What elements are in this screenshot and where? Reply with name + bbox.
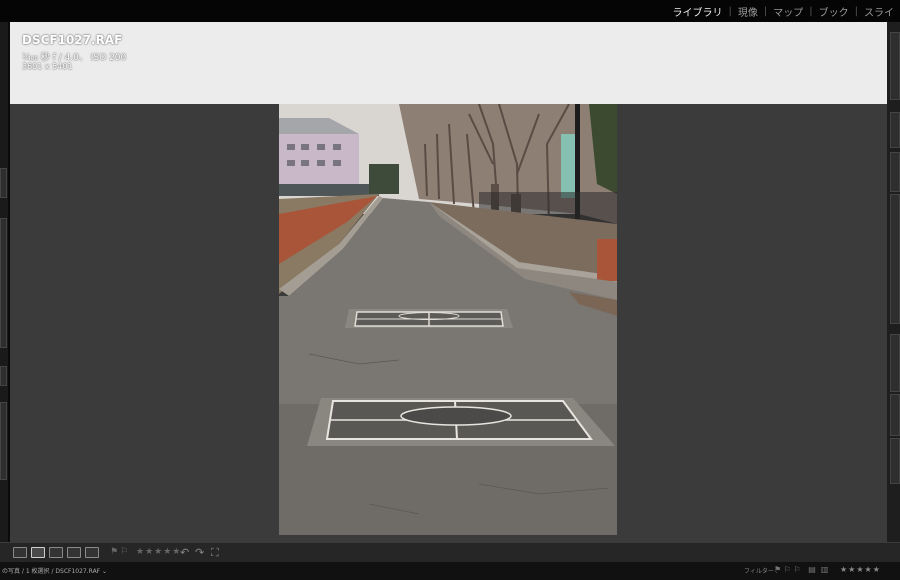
- module-picker: ライブラリ | 現像 | マップ | ブック | スライ: [667, 4, 900, 19]
- rotate-left-icon[interactable]: ↶: [180, 546, 189, 559]
- filmstrip-source[interactable]: の写真 / 1 枚選択 / DSCF1027.RAF ⌄: [2, 566, 107, 575]
- info-dimensions: 3601 x 5401: [22, 62, 73, 71]
- info-filename: DSCF1027.RAF: [22, 33, 123, 47]
- right-panel-tab[interactable]: [890, 334, 900, 392]
- module-library[interactable]: ライブラリ: [667, 4, 729, 19]
- filmstrip-header: の写真 / 1 枚選択 / DSCF1027.RAF ⌄ フィルター : ⚑ ⚐…: [0, 562, 900, 580]
- library-toolbar: ⚑ ⚐ ★★★★★ ↶ ↷ ⛶: [0, 542, 900, 562]
- loupe-photo[interactable]: [279, 104, 617, 535]
- module-slideshow[interactable]: スライ: [858, 4, 900, 19]
- lightroom-window: ライブラリ | 現像 | マップ | ブック | スライ DSCF1027.RA…: [0, 0, 900, 580]
- right-panel-tab[interactable]: [890, 32, 900, 100]
- right-panel-collapsed[interactable]: [887, 22, 900, 542]
- filter-label: フィルター :: [744, 568, 778, 575]
- right-panel-tab[interactable]: [890, 112, 900, 148]
- right-panel-tab[interactable]: [890, 438, 900, 484]
- left-panel-tab[interactable]: [0, 402, 7, 480]
- right-panel-tab[interactable]: [890, 394, 900, 436]
- rotate-right-icon[interactable]: ↷: [195, 546, 204, 559]
- people-view-icon[interactable]: [85, 547, 99, 558]
- left-panel-tab[interactable]: [0, 218, 7, 348]
- filter-stars[interactable]: ★★★★★: [840, 565, 881, 574]
- module-book[interactable]: ブック: [813, 4, 855, 19]
- loupe-view-icon[interactable]: [31, 547, 45, 558]
- left-panel-tab[interactable]: [0, 366, 7, 386]
- survey-view-icon[interactable]: [67, 547, 81, 558]
- right-panel-tab[interactable]: [890, 152, 900, 192]
- photo-image: [279, 104, 617, 535]
- compare-view-icon[interactable]: [49, 547, 63, 558]
- right-panel-tab[interactable]: [890, 194, 900, 324]
- left-panel-collapsed[interactable]: [0, 22, 8, 542]
- pick-flag-icon[interactable]: ⚑: [110, 547, 118, 557]
- left-panel-tab[interactable]: [0, 168, 7, 198]
- reject-flag-icon[interactable]: ⚐: [120, 547, 128, 557]
- module-picker-bar: ライブラリ | 現像 | マップ | ブック | スライ: [0, 0, 900, 22]
- crop-overlay-icon[interactable]: ⛶: [211, 546, 219, 560]
- info-overlay: DSCF1027.RAF ¹⁄₄₀₀ 秒 f / 4.0、 ISO 200 36…: [10, 22, 887, 104]
- module-develop[interactable]: 現像: [732, 4, 764, 19]
- filter-flag-icons[interactable]: ⚑ ⚐ ⚐ ▤ ▥: [774, 565, 828, 574]
- grid-view-icon[interactable]: [13, 547, 27, 558]
- star-rating[interactable]: ★★★★★: [136, 547, 181, 557]
- module-map[interactable]: マップ: [767, 4, 809, 19]
